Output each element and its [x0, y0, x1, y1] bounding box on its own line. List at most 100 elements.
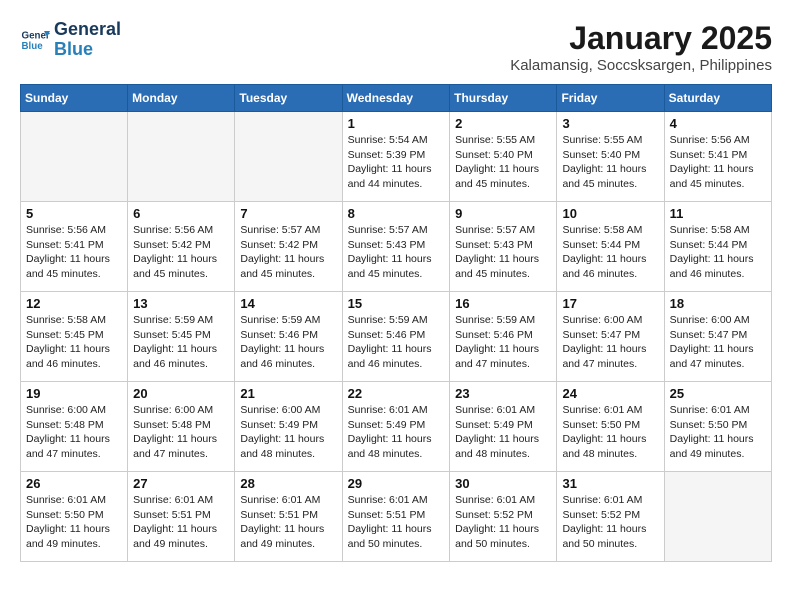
calendar-cell: 29 Sunrise: 6:01 AMSunset: 5:51 PMDayligh…	[342, 472, 450, 562]
calendar-cell: 27 Sunrise: 6:01 AMSunset: 5:51 PMDayligh…	[128, 472, 235, 562]
calendar-cell: 5 Sunrise: 5:56 AMSunset: 5:41 PMDaylight…	[21, 202, 128, 292]
calendar-cell: 3 Sunrise: 5:55 AMSunset: 5:40 PMDaylight…	[557, 112, 664, 202]
day-number: 14	[240, 296, 336, 311]
day-number: 25	[670, 386, 766, 401]
calendar-cell: 26Sunrise: 6:01 AMSunset: 5:50 PMDayligh…	[21, 472, 128, 562]
logo-icon: General Blue	[20, 25, 50, 55]
day-info: Sunrise: 5:59 AMSunset: 5:46 PMDaylight:…	[348, 313, 445, 372]
day-info: Sunrise: 6:01 AMSunset: 5:49 PMDaylight:…	[455, 403, 551, 462]
day-info: Sunrise: 6:01 AMSunset: 5:51 PMDaylight:…	[348, 493, 445, 552]
calendar-cell: 16 Sunrise: 5:59 AMSunset: 5:46 PMDayligh…	[450, 292, 557, 382]
calendar-cell: 28Sunrise: 6:01 AMSunset: 5:51 PMDayligh…	[235, 472, 342, 562]
calendar-cell: 12 Sunrise: 5:58 AMSunset: 5:45 PMDayligh…	[21, 292, 128, 382]
calendar-cell	[235, 112, 342, 202]
calendar-header-tuesday: Tuesday	[235, 85, 342, 112]
day-number: 8	[348, 206, 445, 221]
calendar-table: SundayMondayTuesdayWednesdayThursdayFrid…	[20, 84, 772, 562]
page-header: General Blue General Blue January 2025 K…	[20, 20, 772, 74]
calendar-week-row: 12 Sunrise: 5:58 AMSunset: 5:45 PMDayligh…	[21, 292, 772, 382]
calendar-cell: 6 Sunrise: 5:56 AMSunset: 5:42 PMDaylight…	[128, 202, 235, 292]
calendar-header-thursday: Thursday	[450, 85, 557, 112]
day-info: Sunrise: 5:59 AMSunset: 5:46 PMDaylight:…	[455, 313, 551, 372]
day-info: Sunrise: 6:01 AMSunset: 5:50 PMDaylight:…	[562, 403, 658, 462]
day-number: 27	[133, 476, 229, 491]
day-info: Sunrise: 6:01 AMSunset: 5:50 PMDaylight:…	[670, 403, 766, 462]
calendar-cell: 23 Sunrise: 6:01 AMSunset: 5:49 PMDayligh…	[450, 382, 557, 472]
day-info: Sunrise: 5:54 AMSunset: 5:39 PMDaylight:…	[348, 133, 445, 192]
day-number: 21	[240, 386, 336, 401]
day-info: Sunrise: 5:57 AMSunset: 5:43 PMDaylight:…	[455, 223, 551, 282]
day-number: 5	[26, 206, 122, 221]
calendar-cell: 11 Sunrise: 5:58 AMSunset: 5:44 PMDayligh…	[664, 202, 771, 292]
day-info: Sunrise: 5:56 AMSunset: 5:41 PMDaylight:…	[26, 223, 122, 282]
day-number: 31	[562, 476, 658, 491]
calendar-cell: 17Sunrise: 6:00 AMSunset: 5:47 PMDayligh…	[557, 292, 664, 382]
day-number: 17	[562, 296, 658, 311]
calendar-cell: 21 Sunrise: 6:00 AMSunset: 5:49 PMDayligh…	[235, 382, 342, 472]
day-number: 13	[133, 296, 229, 311]
day-number: 24	[562, 386, 658, 401]
day-number: 18	[670, 296, 766, 311]
calendar-cell: 25 Sunrise: 6:01 AMSunset: 5:50 PMDayligh…	[664, 382, 771, 472]
day-info: Sunrise: 6:01 AMSunset: 5:51 PMDaylight:…	[133, 493, 229, 552]
day-info: Sunrise: 6:00 AMSunset: 5:47 PMDaylight:…	[670, 313, 766, 372]
calendar-cell: 13 Sunrise: 5:59 AMSunset: 5:45 PMDayligh…	[128, 292, 235, 382]
day-info: Sunrise: 5:57 AMSunset: 5:42 PMDaylight:…	[240, 223, 336, 282]
day-info: Sunrise: 5:55 AMSunset: 5:40 PMDaylight:…	[562, 133, 658, 192]
calendar-cell: 10 Sunrise: 5:58 AMSunset: 5:44 PMDayligh…	[557, 202, 664, 292]
day-info: Sunrise: 6:01 AMSunset: 5:52 PMDaylight:…	[455, 493, 551, 552]
day-info: Sunrise: 6:00 AMSunset: 5:48 PMDaylight:…	[26, 403, 122, 462]
day-number: 2	[455, 116, 551, 131]
calendar-cell	[128, 112, 235, 202]
day-number: 1	[348, 116, 445, 131]
day-number: 3	[562, 116, 658, 131]
day-number: 11	[670, 206, 766, 221]
day-number: 4	[670, 116, 766, 131]
calendar-cell	[664, 472, 771, 562]
title-block: January 2025 Kalamansig, Soccsksargen, P…	[510, 20, 772, 74]
day-info: Sunrise: 5:59 AMSunset: 5:45 PMDaylight:…	[133, 313, 229, 372]
logo-text: General Blue	[54, 20, 121, 60]
calendar-cell: 7 Sunrise: 5:57 AMSunset: 5:42 PMDaylight…	[235, 202, 342, 292]
day-info: Sunrise: 5:57 AMSunset: 5:43 PMDaylight:…	[348, 223, 445, 282]
calendar-week-row: 19 Sunrise: 6:00 AMSunset: 5:48 PMDayligh…	[21, 382, 772, 472]
day-info: Sunrise: 5:56 AMSunset: 5:42 PMDaylight:…	[133, 223, 229, 282]
calendar-cell: 19 Sunrise: 6:00 AMSunset: 5:48 PMDayligh…	[21, 382, 128, 472]
day-number: 30	[455, 476, 551, 491]
calendar-week-row: 5 Sunrise: 5:56 AMSunset: 5:41 PMDaylight…	[21, 202, 772, 292]
calendar-header-saturday: Saturday	[664, 85, 771, 112]
location-subtitle: Kalamansig, Soccsksargen, Philippines	[510, 57, 772, 74]
day-number: 22	[348, 386, 445, 401]
calendar-header-friday: Friday	[557, 85, 664, 112]
day-info: Sunrise: 5:58 AMSunset: 5:44 PMDaylight:…	[562, 223, 658, 282]
calendar-header-monday: Monday	[128, 85, 235, 112]
svg-text:Blue: Blue	[22, 41, 44, 52]
month-title: January 2025	[510, 20, 772, 57]
day-info: Sunrise: 5:58 AMSunset: 5:44 PMDaylight:…	[670, 223, 766, 282]
calendar-cell: 15Sunrise: 5:59 AMSunset: 5:46 PMDayligh…	[342, 292, 450, 382]
calendar-cell: 9 Sunrise: 5:57 AMSunset: 5:43 PMDaylight…	[450, 202, 557, 292]
day-number: 19	[26, 386, 122, 401]
day-number: 16	[455, 296, 551, 311]
day-info: Sunrise: 5:55 AMSunset: 5:40 PMDaylight:…	[455, 133, 551, 192]
day-number: 10	[562, 206, 658, 221]
day-number: 7	[240, 206, 336, 221]
calendar-cell: 20Sunrise: 6:00 AMSunset: 5:48 PMDayligh…	[128, 382, 235, 472]
day-info: Sunrise: 6:01 AMSunset: 5:52 PMDaylight:…	[562, 493, 658, 552]
day-number: 6	[133, 206, 229, 221]
day-number: 29	[348, 476, 445, 491]
calendar-cell: 8 Sunrise: 5:57 AMSunset: 5:43 PMDaylight…	[342, 202, 450, 292]
day-info: Sunrise: 6:01 AMSunset: 5:49 PMDaylight:…	[348, 403, 445, 462]
calendar-cell: 18 Sunrise: 6:00 AMSunset: 5:47 PMDayligh…	[664, 292, 771, 382]
day-number: 23	[455, 386, 551, 401]
day-number: 9	[455, 206, 551, 221]
day-number: 26	[26, 476, 122, 491]
calendar-cell: 1 Sunrise: 5:54 AMSunset: 5:39 PMDaylight…	[342, 112, 450, 202]
calendar-week-row: 26Sunrise: 6:01 AMSunset: 5:50 PMDayligh…	[21, 472, 772, 562]
day-info: Sunrise: 6:01 AMSunset: 5:51 PMDaylight:…	[240, 493, 336, 552]
day-info: Sunrise: 6:00 AMSunset: 5:49 PMDaylight:…	[240, 403, 336, 462]
calendar-cell: 2 Sunrise: 5:55 AMSunset: 5:40 PMDaylight…	[450, 112, 557, 202]
day-info: Sunrise: 6:00 AMSunset: 5:48 PMDaylight:…	[133, 403, 229, 462]
day-number: 12	[26, 296, 122, 311]
day-info: Sunrise: 5:58 AMSunset: 5:45 PMDaylight:…	[26, 313, 122, 372]
